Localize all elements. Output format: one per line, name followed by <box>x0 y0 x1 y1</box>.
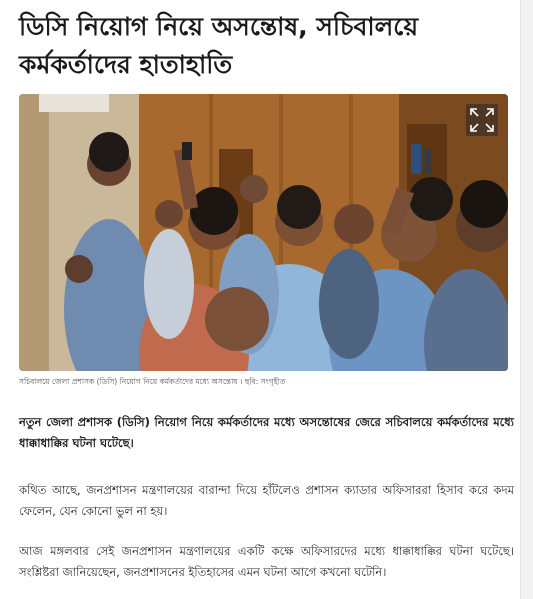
article-paragraph: কথিত আছে, জনপ্রশাসন মন্ত্রণালয়ের বারান্… <box>19 483 514 518</box>
scrollbar[interactable] <box>520 0 533 599</box>
article-photo[interactable] <box>19 94 508 371</box>
article-paragraph: আজ মঙ্গলবার সেই জনপ্রশাসন মন্ত্রণালয়ের … <box>19 544 514 579</box>
article-headline: ডিসি নিয়োগ নিয়ে অসন্তোষ, সচিবালয়ে কর্… <box>19 12 419 79</box>
fullscreen-icon <box>470 108 494 132</box>
article-page: ডিসি নিয়োগ নিয়ে অসন্তোষ, সচিবালয়ে কর্… <box>0 0 533 599</box>
article-lead: নতুন জেলা প্রশাসক (ডিসি) নিয়োগ নিয়ে কর… <box>19 415 514 450</box>
photo-scene <box>19 94 508 371</box>
photo-caption: সচিবালয়ে জেলা প্রশাসক (ডিসি) নিয়োগ নিয… <box>19 377 286 386</box>
fullscreen-button[interactable] <box>466 104 498 136</box>
